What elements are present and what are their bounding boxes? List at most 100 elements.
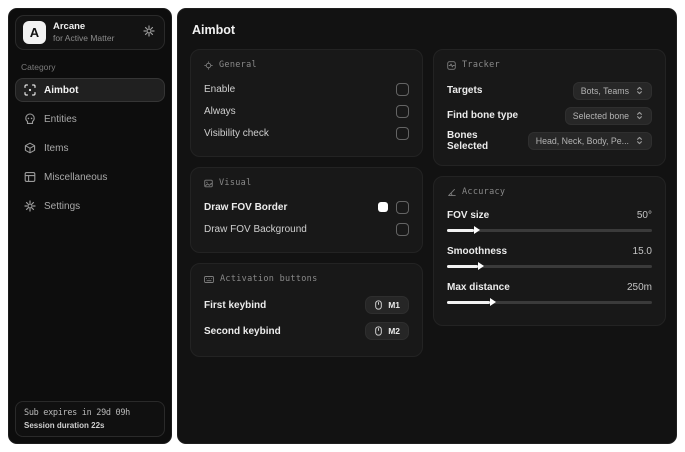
slider-row-fov-size: FOV size 50°: [447, 205, 652, 235]
sidebar-item-label: Aimbot: [44, 84, 79, 96]
settings-gear-button[interactable]: [141, 23, 157, 42]
slider-fill: [447, 298, 497, 307]
gear-icon: [143, 25, 155, 40]
setting-label: Smoothness: [447, 245, 508, 257]
left-column: General Enable Always Visibility check V…: [190, 49, 423, 357]
find-bone-type-dropdown[interactable]: Selected bone: [564, 106, 652, 125]
setting-row-fov-border: Draw FOV Border: [204, 196, 409, 218]
sidebar-item-items[interactable]: Items: [15, 136, 165, 160]
skull-icon: [24, 113, 36, 125]
setting-label: Bones Selected: [447, 129, 489, 152]
activation-panel: Activation buttons First keybind M1 Seco…: [190, 263, 423, 357]
app-logo: A: [23, 21, 46, 44]
visual-panel: Visual Draw FOV Border Draw FOV Backgrou…: [190, 167, 423, 253]
slider-value: 50°: [636, 209, 652, 221]
setting-row-fov-background: Draw FOV Background: [204, 218, 409, 240]
setting-label: Visibility check: [204, 127, 269, 139]
setting-label: Targets: [447, 85, 483, 96]
dropdown-value: Head, Neck, Body, Pe...: [535, 135, 629, 146]
smoothness-slider[interactable]: [447, 262, 652, 271]
panel-header-label: General: [219, 60, 257, 70]
subscription-footer: Sub expires in 29d 09h Session duration …: [15, 401, 165, 437]
max-distance-slider[interactable]: [447, 298, 652, 307]
image-icon: [204, 179, 213, 188]
keybind-value: M1: [388, 300, 400, 310]
enable-checkbox[interactable]: [396, 82, 409, 96]
dropdown-value: Selected bone: [572, 110, 629, 121]
setting-row-always: Always: [204, 100, 409, 122]
sidebar-item-label: Entities: [44, 113, 77, 125]
setting-label: FOV size: [447, 209, 490, 221]
right-column: Tracker Targets Bots, Teams Find bone ty…: [433, 49, 666, 326]
session-duration-text: Session duration 22s: [24, 421, 105, 430]
page-title: Aimbot: [192, 23, 236, 37]
accuracy-panel-header: Accuracy: [447, 187, 652, 197]
crosshair-scan-icon: [24, 84, 36, 96]
fov-border-color-swatch[interactable]: [378, 202, 388, 212]
cube-icon: [24, 142, 36, 154]
unfold-icon: [635, 111, 644, 120]
setting-row-targets: Targets Bots, Teams: [447, 78, 652, 103]
fov-size-slider[interactable]: [447, 226, 652, 235]
general-panel-header: General: [204, 60, 409, 70]
mouse-icon: [374, 326, 383, 336]
setting-label: Find bone type: [447, 110, 519, 121]
setting-row-visibility-check: Visibility check: [204, 122, 409, 144]
accuracy-panel: Accuracy FOV size 50° Smoothness 15.0 Ma…: [433, 176, 666, 326]
second-keybind-button[interactable]: M2: [365, 322, 409, 340]
sidebar-item-entities[interactable]: Entities: [15, 107, 165, 131]
sidebar-item-label: Items: [44, 142, 69, 154]
sidebar-item-aimbot[interactable]: Aimbot: [15, 78, 165, 102]
panel-header-label: Tracker: [462, 60, 500, 70]
tracker-panel: Tracker Targets Bots, Teams Find bone ty…: [433, 49, 666, 166]
first-keybind-button[interactable]: M1: [365, 296, 409, 314]
main-content: Aimbot General Enable Always Visibility …: [177, 8, 677, 444]
setting-label: Second keybind: [204, 325, 281, 337]
setting-label: Max distance: [447, 281, 510, 293]
gear-icon: [24, 200, 36, 212]
visual-panel-header: Visual: [204, 178, 409, 188]
bones-selected-dropdown[interactable]: Head, Neck, Body, Pe...: [527, 131, 652, 150]
layout-icon: [24, 171, 36, 183]
slider-fill: [447, 226, 480, 235]
slider-row-max-distance: Max distance 250m: [447, 277, 652, 307]
crosshair-icon: [204, 60, 213, 70]
sidebar-item-label: Miscellaneous: [44, 171, 108, 183]
unfold-icon: [635, 86, 644, 95]
setting-label: Draw FOV Background: [204, 223, 307, 235]
fov-background-checkbox[interactable]: [396, 222, 409, 236]
activity-icon: [447, 60, 456, 70]
category-nav: Aimbot Entities Items Miscellaneous Sett…: [15, 78, 165, 218]
brand-text: Arcane for Active Matter: [53, 21, 134, 44]
setting-label: Enable: [204, 83, 236, 95]
mouse-icon: [374, 300, 383, 310]
general-panel: General Enable Always Visibility check: [190, 49, 423, 157]
activation-panel-header: Activation buttons: [204, 274, 409, 284]
always-checkbox[interactable]: [396, 104, 409, 118]
setting-label: Always: [204, 105, 236, 117]
panel-header-label: Activation buttons: [220, 274, 318, 284]
targets-dropdown[interactable]: Bots, Teams: [572, 81, 652, 100]
angle-icon: [447, 188, 456, 197]
app-subtitle: for Active Matter: [53, 33, 115, 44]
slider-value: 15.0: [632, 245, 652, 257]
setting-row-bones-selected: Bones Selected Head, Neck, Body, Pe...: [447, 128, 652, 153]
keybind-value: M2: [388, 326, 400, 336]
category-label: Category: [21, 62, 56, 72]
setting-row-find-bone-type: Find bone type Selected bone: [447, 103, 652, 128]
sidebar: A Arcane for Active Matter Category Aimb…: [8, 8, 172, 444]
unfold-icon: [635, 136, 644, 145]
dropdown-value: Bots, Teams: [580, 85, 629, 96]
setting-row-first-keybind: First keybind M1: [204, 292, 409, 318]
setting-label: First keybind: [204, 299, 267, 311]
slider-value: 250m: [626, 281, 652, 293]
sidebar-item-settings[interactable]: Settings: [15, 194, 165, 218]
sidebar-item-miscellaneous[interactable]: Miscellaneous: [15, 165, 165, 189]
app-name: Arcane: [53, 21, 86, 33]
panel-header-label: Accuracy: [462, 187, 506, 197]
visibility-check-checkbox[interactable]: [396, 126, 409, 140]
sub-expires-text: Sub expires in 29d 09h: [24, 408, 130, 418]
tracker-panel-header: Tracker: [447, 60, 652, 70]
keyboard-icon: [204, 275, 214, 284]
fov-border-checkbox[interactable]: [396, 200, 409, 214]
